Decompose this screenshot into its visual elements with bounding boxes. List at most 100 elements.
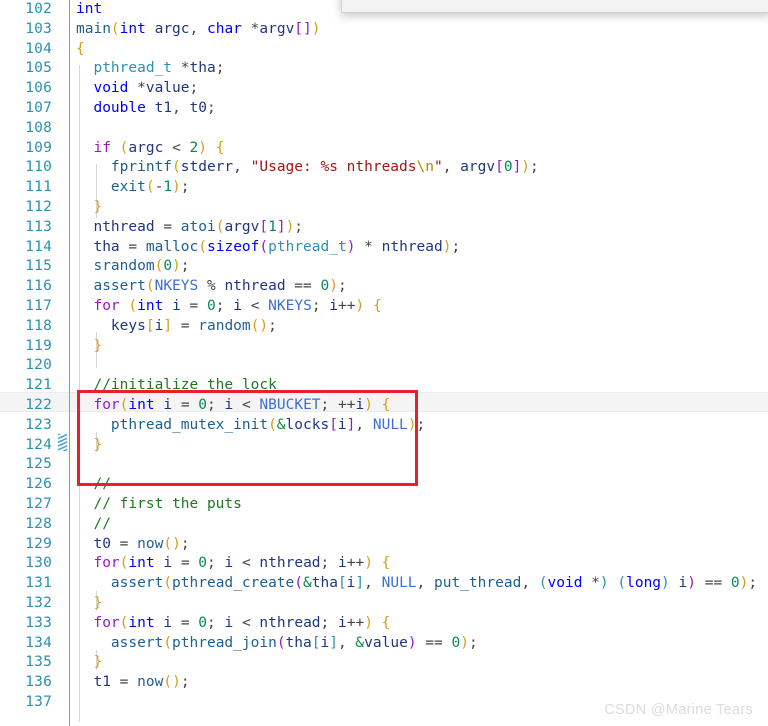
line-content[interactable]: t0 = now(); — [76, 535, 189, 555]
code-line[interactable]: 127 // first the puts — [0, 495, 768, 515]
code-line[interactable]: 130 for(int i = 0; i < nthread; i++) { — [0, 554, 768, 574]
floating-popup-panel[interactable] — [341, 0, 768, 13]
code-line[interactable]: 119 } — [0, 337, 768, 357]
line-content[interactable]: double t1, t0; — [76, 99, 215, 119]
line-content[interactable]: srandom(0); — [76, 257, 189, 277]
line-content[interactable]: int — [76, 0, 102, 20]
line-number: 135 — [25, 654, 52, 671]
code-line[interactable]: 103 main(int argc, char *argv[]) — [0, 20, 768, 40]
line-number: 128 — [25, 515, 52, 532]
line-content[interactable]: // — [76, 475, 110, 495]
code-line[interactable]: 105 pthread_t *tha; — [0, 59, 768, 79]
line-content[interactable]: void *value; — [76, 79, 198, 99]
line-content[interactable]: } — [76, 198, 102, 218]
code-line[interactable]: 135 } — [0, 653, 768, 673]
line-number: 126 — [25, 476, 52, 493]
line-content[interactable]: fprintf(stderr, "Usage: %s nthreads\n", … — [76, 158, 539, 178]
line-content[interactable]: // first the puts — [76, 495, 241, 515]
line-number: 111 — [25, 179, 52, 196]
line-content[interactable]: for (int i = 0; i < NKEYS; i++) { — [76, 297, 381, 317]
line-content[interactable]: if (argc < 2) { — [76, 139, 224, 159]
line-number: 115 — [25, 258, 52, 275]
code-line[interactable]: 107 double t1, t0; — [0, 99, 768, 119]
line-number: 134 — [25, 634, 52, 651]
line-number: 113 — [25, 218, 52, 235]
line-content[interactable]: } — [76, 337, 102, 357]
line-number: 103 — [25, 20, 52, 37]
line-content[interactable]: t1 = now(); — [76, 673, 189, 693]
line-number: 110 — [25, 159, 52, 176]
line-number: 122 — [25, 396, 52, 413]
code-lines: 102 int 103 main(int argc, char *argv[]) 104… — [0, 0, 768, 713]
gutter-divider — [69, 0, 70, 726]
code-line[interactable]: 113 nthread = atoi(argv[1]); — [0, 218, 768, 238]
code-line[interactable]: 116 assert(NKEYS % nthread == 0); — [0, 277, 768, 297]
code-editor[interactable]: 102 int 103 main(int argc, char *argv[]) 104… — [0, 0, 768, 726]
line-content[interactable]: //initialize the lock — [76, 376, 276, 396]
code-line[interactable]: 134 assert(pthread_join(tha[i], &value) … — [0, 634, 768, 654]
code-line[interactable]: 132 } — [0, 594, 768, 614]
line-number: 114 — [25, 238, 52, 255]
code-line[interactable]: 104 { — [0, 40, 768, 60]
line-content[interactable]: } — [76, 594, 102, 614]
line-content[interactable]: tha = malloc(sizeof(pthread_t) * nthread… — [76, 238, 460, 258]
code-line[interactable]: 125 — [0, 455, 768, 475]
line-number: 123 — [25, 416, 52, 433]
line-content[interactable]: } — [76, 436, 102, 456]
line-number: 121 — [25, 377, 52, 394]
line-content[interactable]: keys[i] = random(); — [76, 317, 277, 337]
line-number: 136 — [25, 674, 52, 691]
line-content[interactable]: exit(-1); — [76, 178, 190, 198]
line-number: 120 — [25, 357, 52, 374]
code-line[interactable]: 112 } — [0, 198, 768, 218]
line-number: 112 — [25, 198, 52, 215]
line-number: 131 — [25, 575, 52, 592]
line-content[interactable]: assert(pthread_create(&tha[i], NULL, put… — [76, 574, 757, 594]
code-line[interactable]: 121 //initialize the lock — [0, 376, 768, 396]
code-line[interactable]: 136 t1 = now(); — [0, 673, 768, 693]
line-content[interactable]: for(int i = 0; i < NBUCKET; ++i) { — [76, 396, 390, 416]
line-number: 127 — [25, 495, 52, 512]
code-line[interactable]: 120 — [0, 356, 768, 376]
line-number: 106 — [25, 80, 52, 97]
line-content[interactable]: } — [76, 653, 102, 673]
code-line[interactable]: 128 // — [0, 515, 768, 535]
code-line[interactable]: 106 void *value; — [0, 79, 768, 99]
code-line[interactable]: 117 for (int i = 0; i < NKEYS; i++) { — [0, 297, 768, 317]
code-line[interactable]: 118 keys[i] = random(); — [0, 317, 768, 337]
code-line[interactable]: 126 // — [0, 475, 768, 495]
code-line[interactable]: 115 srandom(0); — [0, 257, 768, 277]
line-number: 124 — [25, 436, 52, 453]
code-line[interactable]: 114 tha = malloc(sizeof(pthread_t) * nth… — [0, 238, 768, 258]
line-number: 117 — [25, 297, 52, 314]
line-content[interactable]: assert(pthread_join(tha[i], &value) == 0… — [76, 634, 478, 654]
code-line[interactable]: 109 if (argc < 2) { — [0, 139, 768, 159]
line-content[interactable]: nthread = atoi(argv[1]); — [76, 218, 303, 238]
code-line[interactable]: 124 } — [0, 436, 768, 456]
line-number: 107 — [25, 99, 52, 116]
line-number: 137 — [25, 693, 52, 710]
line-content[interactable]: main(int argc, char *argv[]) — [76, 20, 321, 40]
code-line[interactable]: 111 exit(-1); — [0, 178, 768, 198]
line-content[interactable]: assert(NKEYS % nthread == 0); — [76, 277, 346, 297]
line-content[interactable]: for(int i = 0; i < nthread; i++) { — [76, 554, 390, 574]
code-line[interactable]: 108 — [0, 119, 768, 139]
line-number: 102 — [25, 1, 52, 17]
line-content[interactable]: pthread_mutex_init(&locks[i], NULL); — [76, 416, 425, 436]
line-content[interactable]: { — [76, 40, 85, 60]
line-content[interactable]: // — [76, 515, 110, 535]
line-number: 109 — [25, 139, 52, 156]
code-line[interactable]: 129 t0 = now(); — [0, 535, 768, 555]
code-line[interactable]: 133 for(int i = 0; i < nthread; i++) { — [0, 614, 768, 634]
code-line[interactable]: 131 assert(pthread_create(&tha[i], NULL,… — [0, 574, 768, 594]
line-number: 130 — [25, 555, 52, 572]
line-number: 129 — [25, 535, 52, 552]
line-number: 105 — [25, 60, 52, 77]
line-content[interactable]: pthread_t *tha; — [76, 59, 224, 79]
code-line[interactable]: 122 for(int i = 0; i < NBUCKET; ++i) { — [0, 396, 768, 416]
change-marker-icon — [58, 434, 67, 451]
code-line[interactable]: 123 pthread_mutex_init(&locks[i], NULL); — [0, 416, 768, 436]
line-content[interactable]: for(int i = 0; i < nthread; i++) { — [76, 614, 390, 634]
line-number: 104 — [25, 40, 52, 57]
code-line[interactable]: 110 fprintf(stderr, "Usage: %s nthreads\… — [0, 158, 768, 178]
